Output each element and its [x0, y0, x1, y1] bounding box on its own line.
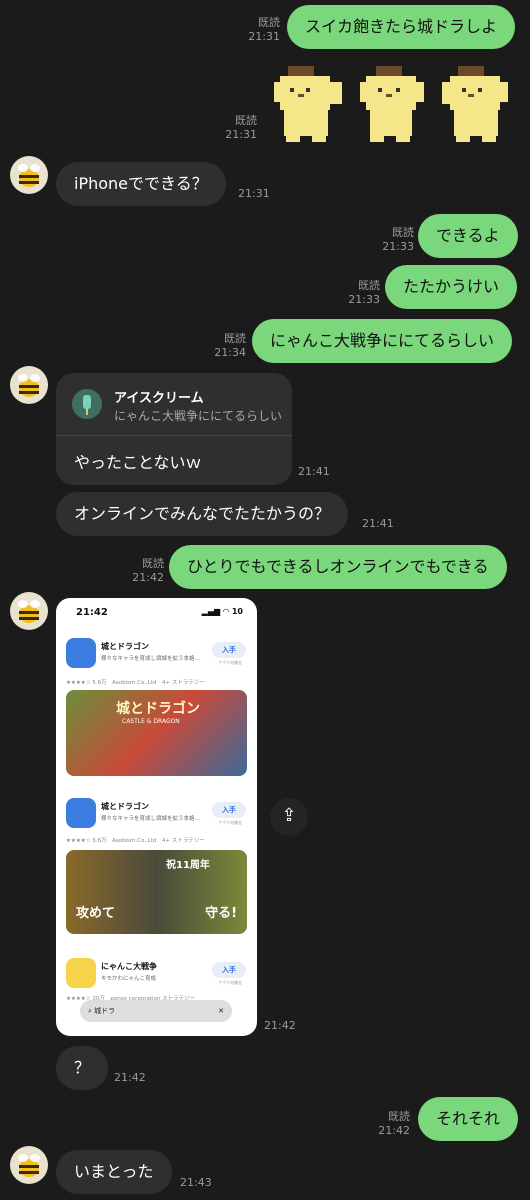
- avatar[interactable]: [10, 592, 48, 630]
- app-stats: ★★★★☆ 5.6万 Asobism.Co.,Ltd 4+ ストラテジー: [66, 838, 205, 844]
- avatar[interactable]: [10, 366, 48, 404]
- pompompurin-sticker[interactable]: [440, 64, 512, 144]
- app-icon: [66, 638, 96, 668]
- pompompurin-sticker[interactable]: [272, 64, 344, 144]
- bee-icon: [18, 1154, 40, 1177]
- reply-text: やったことないｗ: [74, 453, 202, 472]
- timestamp: 21:42: [264, 1019, 296, 1032]
- search-bar[interactable]: ⌕ 城ドラ ✕: [80, 1000, 232, 1022]
- app-icon: [66, 798, 96, 828]
- read-receipt: 既読 21:42: [132, 557, 164, 584]
- read-receipt: 既読 21:42: [378, 1110, 410, 1137]
- get-button[interactable]: 入手: [212, 962, 246, 978]
- app-banner[interactable]: 攻めて 守る! 祝11周年: [66, 850, 247, 934]
- outgoing-message[interactable]: スイカ飽きたら城ドラしよ: [287, 5, 516, 49]
- app-icon: [66, 958, 96, 988]
- bee-icon: [18, 374, 40, 397]
- share-icon[interactable]: ⇪: [270, 798, 308, 836]
- timestamp: 21:42: [114, 1071, 146, 1084]
- outgoing-message[interactable]: できるよ: [418, 214, 518, 258]
- search-icon: ⌕: [88, 1007, 92, 1015]
- read-receipt: 既読 21:33: [348, 279, 380, 306]
- outgoing-message[interactable]: たたかうけい: [385, 265, 518, 309]
- timestamp: 21:43: [180, 1176, 212, 1189]
- bee-icon: [18, 164, 40, 187]
- read-receipt: 既読 21:33: [382, 226, 414, 253]
- read-receipt: 既読 21:31: [225, 114, 257, 141]
- timestamp: 21:41: [298, 465, 330, 478]
- incoming-message[interactable]: iPhoneでできる？: [56, 162, 226, 206]
- reply-sender-name: アイスクリーム: [114, 391, 204, 406]
- outgoing-message[interactable]: にゃんこ大戦争ににてるらしい: [252, 319, 513, 363]
- shared-screenshot[interactable]: 21:42 ▂▄▆ ◠ 10 城とドラゴン 様々なキャラを育成し領城を拡う本格……: [56, 598, 257, 1036]
- timestamp: 21:41: [362, 517, 394, 530]
- reply-quote[interactable]: アイスクリーム にゃんこ大戦争ににてるらしい: [56, 373, 292, 436]
- avatar[interactable]: [10, 156, 48, 194]
- avatar[interactable]: [10, 1146, 48, 1184]
- ice-cream-icon: [72, 389, 102, 419]
- read-receipt: 既読 21:34: [214, 332, 246, 359]
- app-listing[interactable]: にゃんこ大戦争 キモかわにゃんこ育成 入手 アプリ内課金: [66, 958, 246, 998]
- timestamp: 21:31: [238, 187, 270, 200]
- get-button[interactable]: 入手: [212, 642, 246, 658]
- reply-quoted-text: にゃんこ大戦争ににてるらしい: [114, 409, 283, 423]
- battery-indicator: ▂▄▆ ◠ 10: [201, 607, 243, 616]
- app-banner[interactable]: 城とドラゴン CASTLE & DRAGON: [66, 690, 247, 776]
- app-listing[interactable]: 城とドラゴン 様々なキャラを育成し領城を拡う本格… 入手 アプリ内課金: [66, 798, 246, 838]
- outgoing-message[interactable]: それそれ: [418, 1097, 519, 1141]
- pompompurin-sticker[interactable]: [356, 64, 428, 144]
- app-stats: ★★★★☆ 5.6万 Asobism.Co.,Ltd 4+ ストラテジー: [66, 680, 205, 686]
- incoming-message[interactable]: ？: [56, 1046, 109, 1090]
- get-button[interactable]: 入手: [212, 802, 246, 818]
- app-listing[interactable]: 城とドラゴン 様々なキャラを育成し領城を拡う本格… 入手 アプリ内課金: [66, 638, 246, 678]
- read-receipt: 既読 21:31: [248, 16, 280, 43]
- incoming-message[interactable]: いまとった: [56, 1150, 172, 1194]
- reply-message[interactable]: アイスクリーム にゃんこ大戦争ににてるらしい やったことないｗ: [56, 373, 292, 485]
- bee-icon: [18, 600, 40, 623]
- close-icon[interactable]: ✕: [218, 1000, 224, 1022]
- status-bar: 21:42 ▂▄▆ ◠ 10: [76, 607, 243, 618]
- incoming-message[interactable]: オンラインでみんなでたたかうの？: [56, 492, 349, 536]
- outgoing-message[interactable]: ひとりでもできるしオンラインでもできる: [169, 545, 507, 589]
